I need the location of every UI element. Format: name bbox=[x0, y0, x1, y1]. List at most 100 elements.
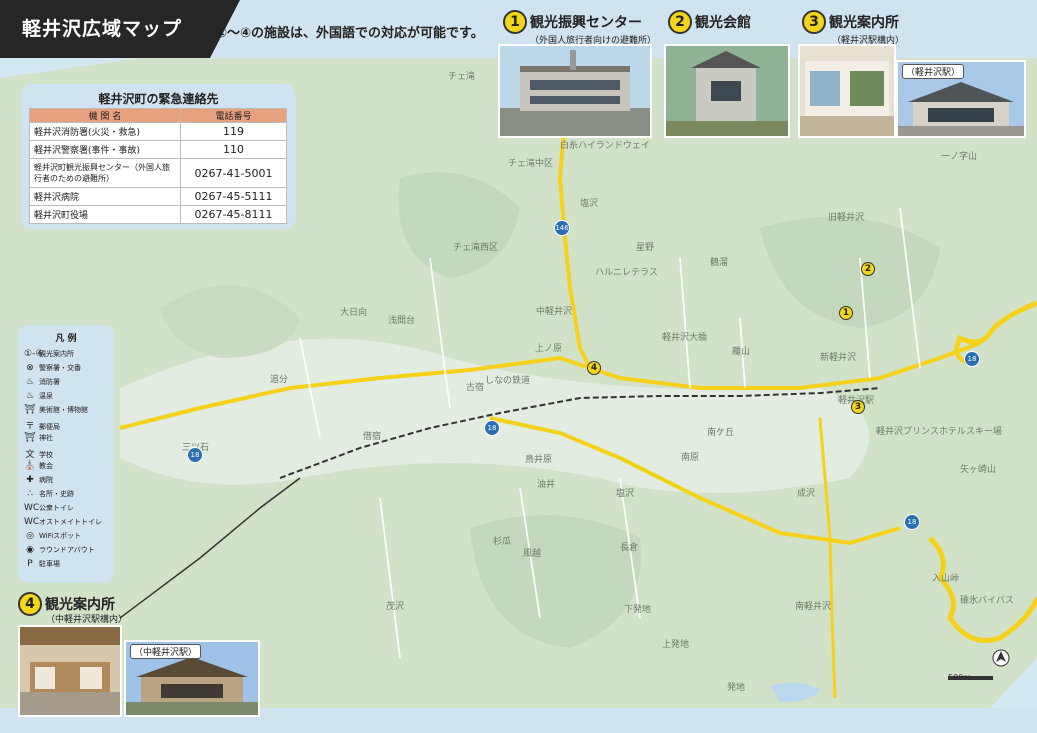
legend-item: WCオストメイトトイレ bbox=[24, 517, 102, 527]
legend-icon: ◎ bbox=[26, 531, 34, 541]
table-row: 軽井沢消防署(火災・救急) 119 bbox=[29, 122, 287, 141]
row-tel[interactable]: 119 bbox=[180, 122, 287, 141]
emergency-table: 機 関 名 電話番号 軽井沢消防署(火災・救急) 119 軽井沢警察署(事件・事故… bbox=[29, 108, 287, 224]
route-18-marker: 18 bbox=[187, 447, 203, 463]
route-18-marker: 18 bbox=[904, 514, 920, 530]
legend-label: 神社 bbox=[39, 434, 53, 442]
map-place-label: 上発地 bbox=[662, 640, 690, 650]
col-header-name: 機 関 名 bbox=[29, 108, 181, 123]
legend-item: ⛪ 教会 bbox=[24, 461, 53, 471]
map-place-label: 南原 bbox=[681, 453, 700, 463]
legend-icon: ①-④ bbox=[24, 349, 44, 359]
row-tel[interactable]: 0267-45-8111 bbox=[180, 205, 287, 224]
route-18-marker: 18 bbox=[484, 420, 500, 436]
map-pin-1[interactable]: 1 bbox=[839, 306, 853, 320]
map-place-label: 離山 bbox=[732, 347, 751, 357]
map-place-label: 杉瓜 bbox=[493, 537, 512, 547]
facility-1-heading[interactable]: 1 観光振興センター bbox=[503, 10, 642, 34]
map-place-label: 塩沢 bbox=[616, 489, 635, 499]
legend-label: 消防署 bbox=[39, 378, 60, 386]
map-place-label: 軽井沢プリンスホテルスキー場 bbox=[876, 427, 1002, 437]
map-place-label: 浅間台 bbox=[388, 316, 416, 326]
karuizawa-station-photo: （軽井沢駅） bbox=[896, 60, 1026, 138]
facility-4-subtitle: （中軽井沢駅構内） bbox=[46, 615, 128, 625]
legend-item: ♨ 消防署 bbox=[24, 377, 60, 387]
map-place-label: 矢ヶ崎山 bbox=[960, 465, 997, 475]
facility-4-photo bbox=[18, 625, 122, 717]
legend-item: ⛩ 神社 bbox=[24, 433, 53, 443]
map-place-label: 白糸ハイランドウェイ bbox=[560, 141, 650, 151]
map-place-label: 鶴溜 bbox=[710, 258, 729, 268]
map-place-label: 上ノ原 bbox=[535, 344, 563, 354]
map-pin-2[interactable]: 2 bbox=[861, 262, 875, 276]
facility-name: 観光案内所 bbox=[829, 15, 899, 31]
facility-number: 4 bbox=[18, 592, 42, 616]
legend-icon: ✚ bbox=[26, 475, 34, 485]
title-box: 軽井沢広域マップ bbox=[0, 0, 240, 58]
legend-label: 病院 bbox=[39, 476, 53, 484]
legend-item: ◉ ラウンドアバウト bbox=[24, 545, 95, 555]
map-legend: 凡 例 ①-④観光案内所 ⊗ 警察署・交番 ♨ 消防署 ♨ 温泉 ⛩ 美術館・博物館〒郵便局 ⛩ 神… bbox=[18, 325, 114, 583]
legend-label: 観光案内所 bbox=[39, 350, 74, 358]
legend-icon: 文 bbox=[25, 450, 35, 460]
legend-item: ⛩ 美術館・博物館 bbox=[24, 405, 88, 415]
emergency-contacts-panel: 軽井沢町の緊急連絡先 機 関 名 電話番号 軽井沢消防署(火災・救急) 119 軽… bbox=[21, 84, 296, 229]
legend-label: 温泉 bbox=[39, 392, 53, 400]
col-header-tel: 電話番号 bbox=[180, 108, 287, 123]
legend-item: P 駐車場 bbox=[24, 559, 60, 569]
emergency-title: 軽井沢町の緊急連絡先 bbox=[98, 92, 219, 106]
map-place-label: チェ滝中区 bbox=[508, 159, 554, 169]
note-range: ①～④ bbox=[216, 26, 252, 41]
table-row: 軽井沢町観光振興センター（外国人旅行者のための避難所） 0267-41-5001 bbox=[29, 158, 287, 188]
map-place-label: 旧軽井沢 bbox=[828, 213, 865, 223]
legend-item: ①-④観光案内所 bbox=[24, 349, 74, 359]
map-place-label: 追分 bbox=[270, 375, 289, 385]
row-tel[interactable]: 110 bbox=[180, 140, 287, 159]
legend-title: 凡 例 bbox=[55, 334, 77, 344]
map-place-label: ハルニレテラス bbox=[595, 268, 658, 278]
map-place-label: 下発地 bbox=[624, 605, 652, 615]
legend-icon: ⊗ bbox=[26, 363, 34, 373]
facility-3-heading[interactable]: 3 観光案内所 bbox=[802, 10, 899, 34]
legend-icon: P bbox=[27, 559, 33, 569]
map-place-label: しなの鉄道 bbox=[485, 376, 531, 386]
legend-label: 美術館・博物館 bbox=[39, 406, 88, 414]
legend-label: 公衆トイレ bbox=[39, 504, 74, 512]
row-name: 軽井沢町観光振興センター（外国人旅行者のための避難所） bbox=[29, 158, 181, 188]
row-tel[interactable]: 0267-45-5111 bbox=[180, 187, 287, 206]
facility-number: 2 bbox=[668, 10, 692, 34]
map-place-label: チェ滝西区 bbox=[453, 243, 499, 253]
legend-item: ◎ WiFiスポット bbox=[24, 531, 81, 541]
map-place-label: 南軽井沢 bbox=[795, 602, 832, 612]
map-place-label: 鳥井原 bbox=[525, 455, 553, 465]
table-header: 機 関 名 電話番号 bbox=[29, 108, 287, 123]
row-name: 軽井沢町役場 bbox=[29, 205, 181, 224]
map-place-label: 軽井沢大橋 bbox=[662, 333, 708, 343]
map-page: 軽井沢広域マップ ①～④の施設は、外国語での対応が可能です。 1 観光振興センター… bbox=[0, 0, 1037, 733]
legend-icon: ⛪ bbox=[24, 461, 36, 471]
route-18-marker: 18 bbox=[964, 351, 980, 367]
legend-icon: ♨ bbox=[25, 377, 35, 387]
map-pin-3[interactable]: 3 bbox=[851, 400, 865, 414]
photo-tag-karuizawa: （軽井沢駅） bbox=[902, 64, 965, 79]
map-place-label: 風越 bbox=[523, 549, 542, 559]
facility-name: 観光振興センター bbox=[530, 15, 642, 31]
note-text: の施設は、外国語での対応が可能です。 bbox=[251, 26, 484, 41]
map-place-label: 油井 bbox=[537, 480, 556, 490]
row-name: 軽井沢警察署(事件・事故) bbox=[29, 140, 181, 159]
legend-item: 〒郵便局 bbox=[24, 419, 60, 432]
page-title: 軽井沢広域マップ bbox=[22, 18, 183, 40]
facility-number: 1 bbox=[503, 10, 527, 34]
map-place-label: 茂沢 bbox=[386, 602, 405, 612]
facility-2-heading[interactable]: 2 観光会館 bbox=[668, 10, 751, 34]
legend-icon: WC bbox=[24, 503, 40, 513]
map-place-label: 発地 bbox=[727, 683, 746, 693]
table-row: 軽井沢町役場 0267-45-8111 bbox=[29, 205, 287, 224]
route-146-marker: 146 bbox=[554, 220, 570, 236]
legend-label: 駐車場 bbox=[39, 560, 60, 568]
map-place-label: 碓氷バイパス bbox=[960, 596, 1014, 606]
row-tel[interactable]: 0267-41-5001 bbox=[180, 158, 287, 188]
map-place-label: 古宿 bbox=[466, 383, 485, 393]
legend-label: 教会 bbox=[39, 462, 53, 470]
map-pin-4[interactable]: 4 bbox=[587, 361, 601, 375]
